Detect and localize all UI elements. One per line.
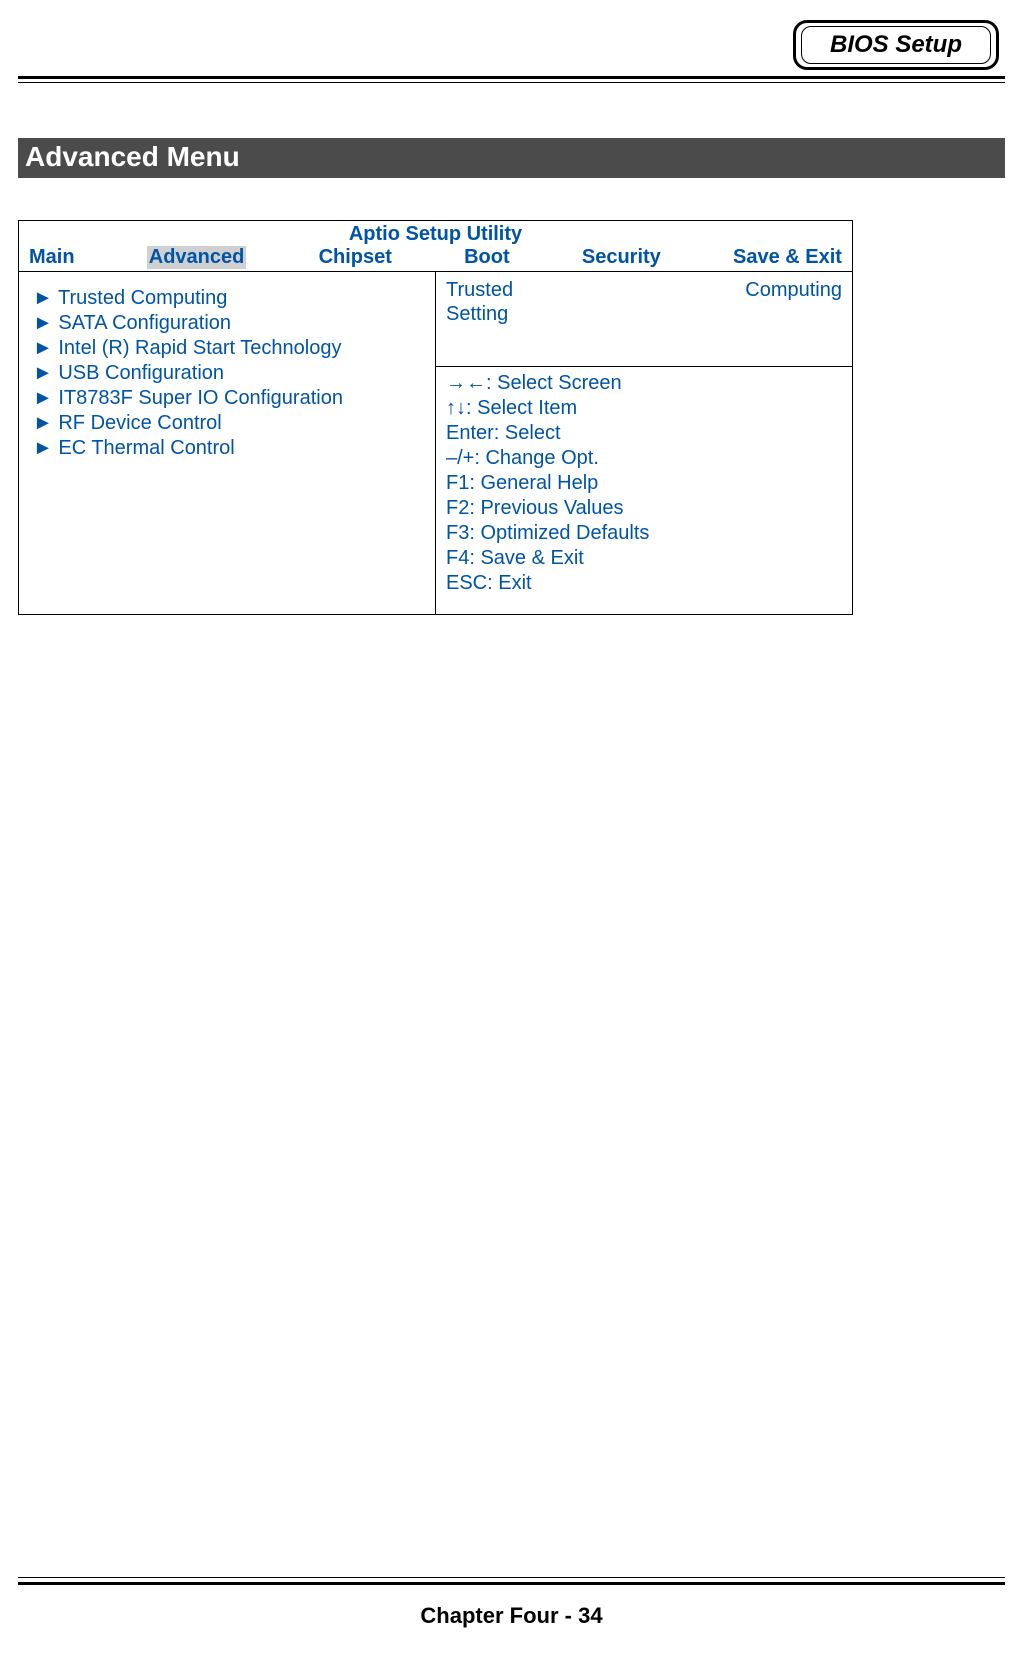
submenu-arrow-icon: ► — [33, 437, 53, 459]
menu-item-rf-device-control[interactable]: ► RF Device Control — [33, 411, 425, 436]
header-divider — [18, 76, 1005, 83]
submenu-arrow-icon: ► — [33, 387, 53, 409]
menu-item-label: EC Thermal Control — [58, 437, 234, 459]
help-text: Trusted — [446, 279, 513, 301]
menu-list: ► Trusted Computing ► SATA Configuration… — [19, 272, 436, 615]
bios-table: Aptio Setup Utility Main Advanced Chipse… — [18, 220, 853, 615]
nav-hint: ↑↓: Select Item — [446, 396, 842, 421]
menu-item-super-io[interactable]: ► IT8783F Super IO Configuration — [33, 386, 425, 411]
menu-item-label: Trusted Computing — [58, 287, 227, 309]
bios-header: Aptio Setup Utility Main Advanced Chipse… — [19, 221, 853, 272]
nav-hint: Enter: Select — [446, 421, 842, 446]
nav-hint: F2: Previous Values — [446, 496, 842, 521]
tab-security[interactable]: Security — [582, 246, 661, 269]
nav-hint: F4: Save & Exit — [446, 546, 842, 571]
tab-main[interactable]: Main — [29, 246, 75, 269]
tab-save-exit[interactable]: Save & Exit — [733, 246, 842, 269]
tab-chipset[interactable]: Chipset — [319, 246, 392, 269]
utility-title: Aptio Setup Utility — [19, 221, 852, 246]
nav-hint: →←: Select Screen — [446, 371, 842, 396]
submenu-arrow-icon: ► — [33, 312, 53, 334]
help-panel: Trusted Computing Setting — [436, 272, 853, 367]
bios-badge: BIOS Setup — [793, 20, 999, 70]
nav-help-panel: →←: Select Screen ↑↓: Select Item Enter:… — [436, 367, 853, 615]
page-footer-label: Chapter Four - 34 — [18, 1603, 1005, 1629]
menu-item-label: IT8783F Super IO Configuration — [58, 387, 343, 409]
menu-item-sata-configuration[interactable]: ► SATA Configuration — [33, 311, 425, 336]
bios-tab-row: Main Advanced Chipset Boot Security Save… — [19, 246, 852, 271]
help-text: Computing — [745, 279, 842, 301]
bios-badge-inner: BIOS Setup — [801, 26, 991, 64]
help-text: Setting — [446, 303, 508, 325]
submenu-arrow-icon: ► — [33, 337, 53, 359]
menu-item-intel-rapid-start[interactable]: ► Intel (R) Rapid Start Technology — [33, 336, 425, 361]
menu-item-trusted-computing[interactable]: ► Trusted Computing — [33, 286, 425, 311]
page-footer-area: Chapter Four - 34 — [18, 1577, 1005, 1629]
submenu-arrow-icon: ► — [33, 412, 53, 434]
bios-badge-text: BIOS Setup — [830, 31, 962, 58]
nav-hint: ESC: Exit — [446, 571, 842, 596]
menu-item-label: SATA Configuration — [58, 312, 231, 334]
menu-item-label: USB Configuration — [58, 362, 224, 384]
menu-item-ec-thermal[interactable]: ► EC Thermal Control — [33, 436, 425, 461]
menu-item-usb-configuration[interactable]: ► USB Configuration — [33, 361, 425, 386]
nav-hint: F1: General Help — [446, 471, 842, 496]
nav-hint: F3: Optimized Defaults — [446, 521, 842, 546]
menu-item-label: RF Device Control — [58, 412, 221, 434]
footer-divider-bottom — [18, 1582, 1005, 1585]
submenu-arrow-icon: ► — [33, 362, 53, 384]
page-header: BIOS Setup — [18, 20, 1005, 76]
tab-advanced[interactable]: Advanced — [147, 246, 247, 269]
nav-hint: –/+: Change Opt. — [446, 446, 842, 471]
section-title: Advanced Menu — [18, 138, 1005, 178]
submenu-arrow-icon: ► — [33, 287, 53, 309]
tab-boot[interactable]: Boot — [464, 246, 510, 269]
menu-item-label: Intel (R) Rapid Start Technology — [58, 337, 341, 359]
